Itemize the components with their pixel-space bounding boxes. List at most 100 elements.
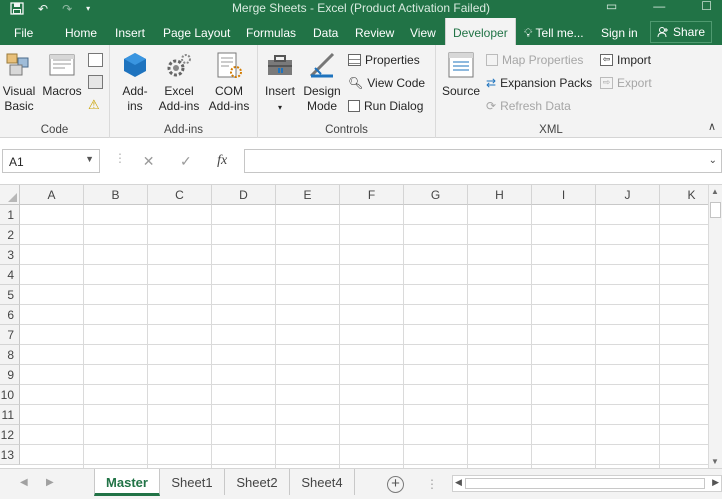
properties-button[interactable]: Properties [348, 50, 420, 69]
scroll-right-icon[interactable]: ▶ [712, 477, 719, 488]
tab-home[interactable]: Home [65, 18, 97, 45]
properties-icon [348, 53, 361, 66]
tab-developer[interactable]: Developer [445, 18, 516, 45]
share-button[interactable]: Share [649, 21, 712, 43]
formula-input[interactable]: ⌄ [244, 149, 722, 173]
formula-bar-resize-handle[interactable]: ⋮ [114, 151, 126, 165]
maximize-icon[interactable]: ☐ [701, 0, 712, 13]
column-header[interactable]: I [532, 185, 596, 205]
column-header[interactable]: C [148, 185, 212, 205]
import-icon: ⇦ [600, 53, 613, 66]
tab-page-layout[interactable]: Page Layout [163, 18, 230, 45]
column-header[interactable]: E [276, 185, 340, 205]
column-header[interactable]: J [596, 185, 660, 205]
refresh-icon: ⟳ [486, 98, 497, 113]
row-header[interactable]: 1 [0, 205, 20, 225]
expansion-packs-button[interactable]: ⇄ Expansion Packs [486, 73, 592, 92]
scroll-left-icon[interactable]: ◀ [455, 477, 462, 488]
enter-icon[interactable]: ✓ [180, 153, 192, 170]
com-add-ins-label-1: COM [215, 84, 243, 98]
run-dialog-icon [348, 99, 360, 112]
row-header[interactable]: 7 [0, 325, 20, 345]
relative-references-icon[interactable] [88, 75, 103, 89]
insert-controls-button[interactable]: Insert ▾ [262, 50, 298, 115]
sheet-tab-master[interactable]: Master [94, 469, 160, 496]
source-button[interactable]: Source [440, 50, 482, 99]
scroll-up-icon[interactable]: ▲ [711, 187, 719, 196]
scroll-down-icon[interactable]: ▼ [711, 457, 719, 466]
column-header[interactable]: G [404, 185, 468, 205]
insert-function-icon[interactable]: fx [217, 153, 227, 169]
new-sheet-button[interactable]: + [387, 476, 404, 493]
cell-area[interactable] [20, 205, 708, 468]
vertical-scroll-thumb[interactable] [710, 202, 721, 218]
row-header[interactable]: 9 [0, 365, 20, 385]
tab-formulas[interactable]: Formulas [246, 18, 296, 45]
minimize-icon[interactable]: — [653, 0, 665, 13]
sheet-tab-sheet1[interactable]: Sheet1 [160, 469, 225, 495]
excel-add-ins-button[interactable]: Excel Add-ins [156, 50, 202, 114]
vertical-scrollbar[interactable]: ▲ ▼ [708, 185, 722, 468]
column-header[interactable]: D [212, 185, 276, 205]
design-mode-label-1: Design [303, 84, 341, 98]
column-header[interactable]: H [468, 185, 532, 205]
worksheet-grid: ABCDEFGHIJK 1 2 3 4 5 6 7 8 9 10 11 12 13 [0, 185, 708, 468]
visual-basic-icon [6, 53, 29, 76]
column-header[interactable]: F [340, 185, 404, 205]
name-box[interactable]: A1 ▼ [2, 149, 100, 173]
row-header[interactable]: 6 [0, 305, 20, 325]
view-code-button[interactable]: 🔍︎ View Code [348, 73, 425, 92]
tab-insert[interactable]: Insert [115, 18, 145, 45]
add-ins-button[interactable]: Add- ins [118, 50, 152, 114]
ribbon-display-options-icon[interactable]: ▭ [606, 0, 617, 13]
sheet-tab-sheet4[interactable]: Sheet4 [290, 469, 355, 495]
row-header[interactable]: 4 [0, 265, 20, 285]
collapse-ribbon-icon[interactable]: ∧ [708, 120, 716, 133]
refresh-data-button[interactable]: ⟳ Refresh Data [486, 96, 571, 115]
visual-basic-button[interactable]: Visual Basic [2, 50, 36, 114]
export-button[interactable]: ⇨ Export [600, 73, 652, 92]
column-header[interactable]: A [20, 185, 84, 205]
cancel-icon[interactable]: ✕ [143, 153, 155, 170]
design-mode-label-2: Mode [306, 99, 338, 113]
record-macro-icon[interactable] [88, 53, 103, 67]
row-header[interactable]: 11 [0, 405, 20, 425]
map-properties-button[interactable]: Map Properties [486, 50, 583, 69]
import-button[interactable]: ⇦ Import [600, 50, 651, 69]
com-add-ins-button[interactable]: COM Add-ins [206, 50, 252, 114]
xml-source-icon [448, 52, 474, 78]
macros-button[interactable]: Macros [40, 50, 84, 99]
column-header[interactable]: K [660, 185, 708, 205]
design-mode-button[interactable]: Design Mode [302, 50, 342, 114]
sign-in-link[interactable]: Sign in [601, 18, 638, 45]
tab-file[interactable]: File [14, 18, 33, 45]
refresh-data-label: Refresh Data [500, 98, 571, 113]
row-header[interactable]: 3 [0, 245, 20, 265]
row-header[interactable]: 10 [0, 385, 20, 405]
ribbon: Visual Basic Macros ⚠ Code Add- ins Exce… [0, 45, 722, 138]
group-controls: Insert ▾ Design Mode Properties 🔍︎ View … [258, 45, 436, 138]
sheet-tab-bar: ◀ ▶ Master Sheet1 Sheet2 Sheet4 + ⋮ ◀ ▶ [0, 468, 722, 499]
row-header[interactable]: 5 [0, 285, 20, 305]
excel-add-ins-label-2: Add-ins [158, 99, 200, 113]
row-header[interactable]: 13 [0, 445, 20, 465]
tab-data[interactable]: Data [313, 18, 338, 45]
macro-security-warning-icon[interactable]: ⚠ [88, 97, 100, 113]
previous-sheet-icon[interactable]: ◀ [20, 477, 28, 488]
column-header[interactable]: B [84, 185, 148, 205]
map-properties-label: Map Properties [502, 52, 584, 67]
run-dialog-button[interactable]: Run Dialog [348, 96, 423, 115]
expand-formula-bar-icon[interactable]: ⌄ [709, 155, 717, 166]
horizontal-scroll-thumb[interactable] [465, 478, 705, 489]
select-all-button[interactable] [0, 185, 20, 205]
tab-review[interactable]: Review [355, 18, 394, 45]
sheet-tab-sheet2[interactable]: Sheet2 [225, 469, 290, 495]
row-header[interactable]: 12 [0, 425, 20, 445]
tab-view[interactable]: View [410, 18, 436, 45]
next-sheet-icon[interactable]: ▶ [46, 477, 54, 488]
tab-split-handle[interactable]: ⋮ [426, 477, 438, 491]
horizontal-scrollbar[interactable]: ◀ ▶ [452, 475, 722, 492]
tell-me-search[interactable]: 💡︎ Tell me... [524, 18, 584, 45]
row-header[interactable]: 2 [0, 225, 20, 245]
row-header[interactable]: 8 [0, 345, 20, 365]
